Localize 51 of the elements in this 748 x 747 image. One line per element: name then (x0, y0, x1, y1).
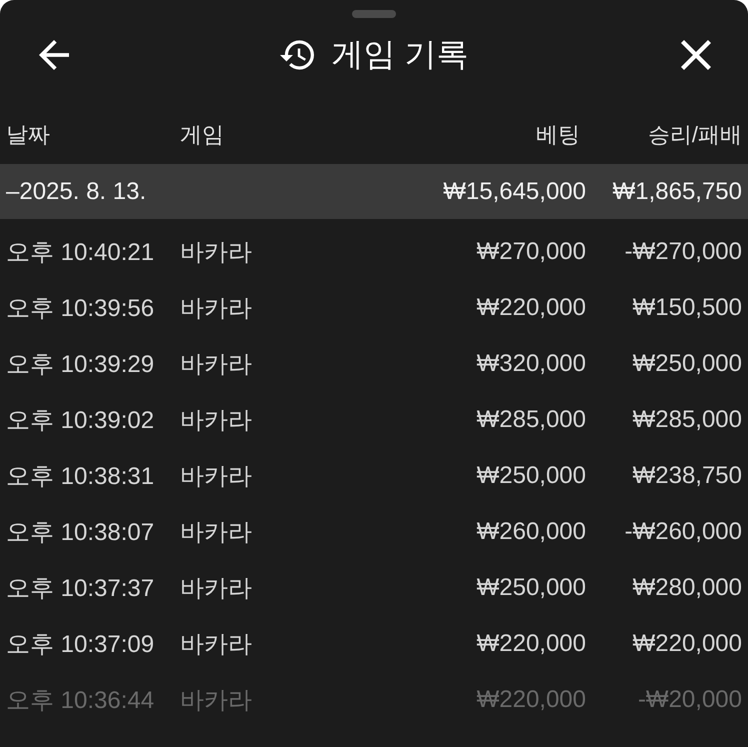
table-cell: ₩280,000 (632, 574, 742, 602)
table-cell: -₩260,000 (624, 518, 742, 546)
table-cell-text: 바카라 (180, 518, 253, 548)
history-icon (280, 40, 314, 70)
table-cell: ₩320,000 (476, 350, 586, 378)
table-cell: ₩220,000 (476, 686, 586, 714)
group-bet-total: ₩15,645,000 (443, 178, 586, 206)
column-header[interactable]: 승리/패배 (648, 120, 742, 150)
table-cell-text: 오후 10:38:07 (6, 518, 156, 548)
table-cell-text: 바카라 (180, 238, 253, 268)
column-header[interactable]: 날짜 (6, 120, 50, 150)
column-header[interactable]: 게임 (180, 120, 224, 150)
table-cell: ₩220,000 (476, 294, 586, 322)
table-cell: ₩250,000 (476, 574, 586, 602)
table-cell: ₩238,750 (632, 462, 742, 490)
table-cell-text: 바카라 (180, 462, 253, 492)
table-cell-text: 오후 10:40:21 (6, 238, 156, 268)
table-cell: ₩285,000 (476, 406, 586, 434)
drag-handle[interactable] (352, 10, 396, 18)
table-cell-text: 오후 10:37:09 (6, 630, 156, 660)
group-date: –2025. 8. 13. (6, 178, 146, 206)
window-title: 게임 기록 (332, 35, 468, 74)
table-cell-text: 오후 10:39:56 (6, 294, 156, 324)
back-button[interactable] (38, 39, 70, 71)
close-button[interactable] (680, 39, 712, 71)
table-cell-text: 바카라 (180, 630, 253, 660)
table-cell-text: 바카라 (180, 574, 253, 604)
group-result-total: ₩1,865,750 (612, 178, 742, 206)
table-cell: -₩270,000 (624, 238, 742, 266)
table-cell: ₩220,000 (632, 630, 742, 658)
table-cell-text: 바카라 (180, 350, 253, 380)
table-cell-text: 오후 10:36:44 (6, 686, 156, 716)
date-group-row[interactable]: –2025. 8. 13. ₩15,645,000 ₩1,865,750 (0, 164, 748, 219)
table-cell: ₩250,000 (632, 350, 742, 378)
table-cell-text: 오후 10:37:37 (6, 574, 156, 604)
table-cell: -₩20,000 (638, 686, 742, 714)
table-cell: ₩270,000 (476, 238, 586, 266)
column-header[interactable]: 베팅 (536, 120, 580, 150)
back-arrow-icon (39, 40, 69, 70)
table-cell: ₩285,000 (632, 406, 742, 434)
table-cell: ₩150,500 (632, 294, 742, 322)
table-cell-text: 오후 10:38:31 (6, 462, 156, 492)
table-cell-text: 바카라 (180, 294, 253, 324)
table-cell: ₩260,000 (476, 518, 586, 546)
table-cell: ₩220,000 (476, 630, 586, 658)
table-cell: ₩250,000 (476, 462, 586, 490)
table-cell-text: 바카라 (180, 686, 253, 716)
table-cell-text: 오후 10:39:02 (6, 406, 156, 436)
table-cell-text: 바카라 (180, 406, 253, 436)
table-cell-text: 오후 10:39:29 (6, 350, 156, 380)
close-icon (681, 40, 711, 70)
